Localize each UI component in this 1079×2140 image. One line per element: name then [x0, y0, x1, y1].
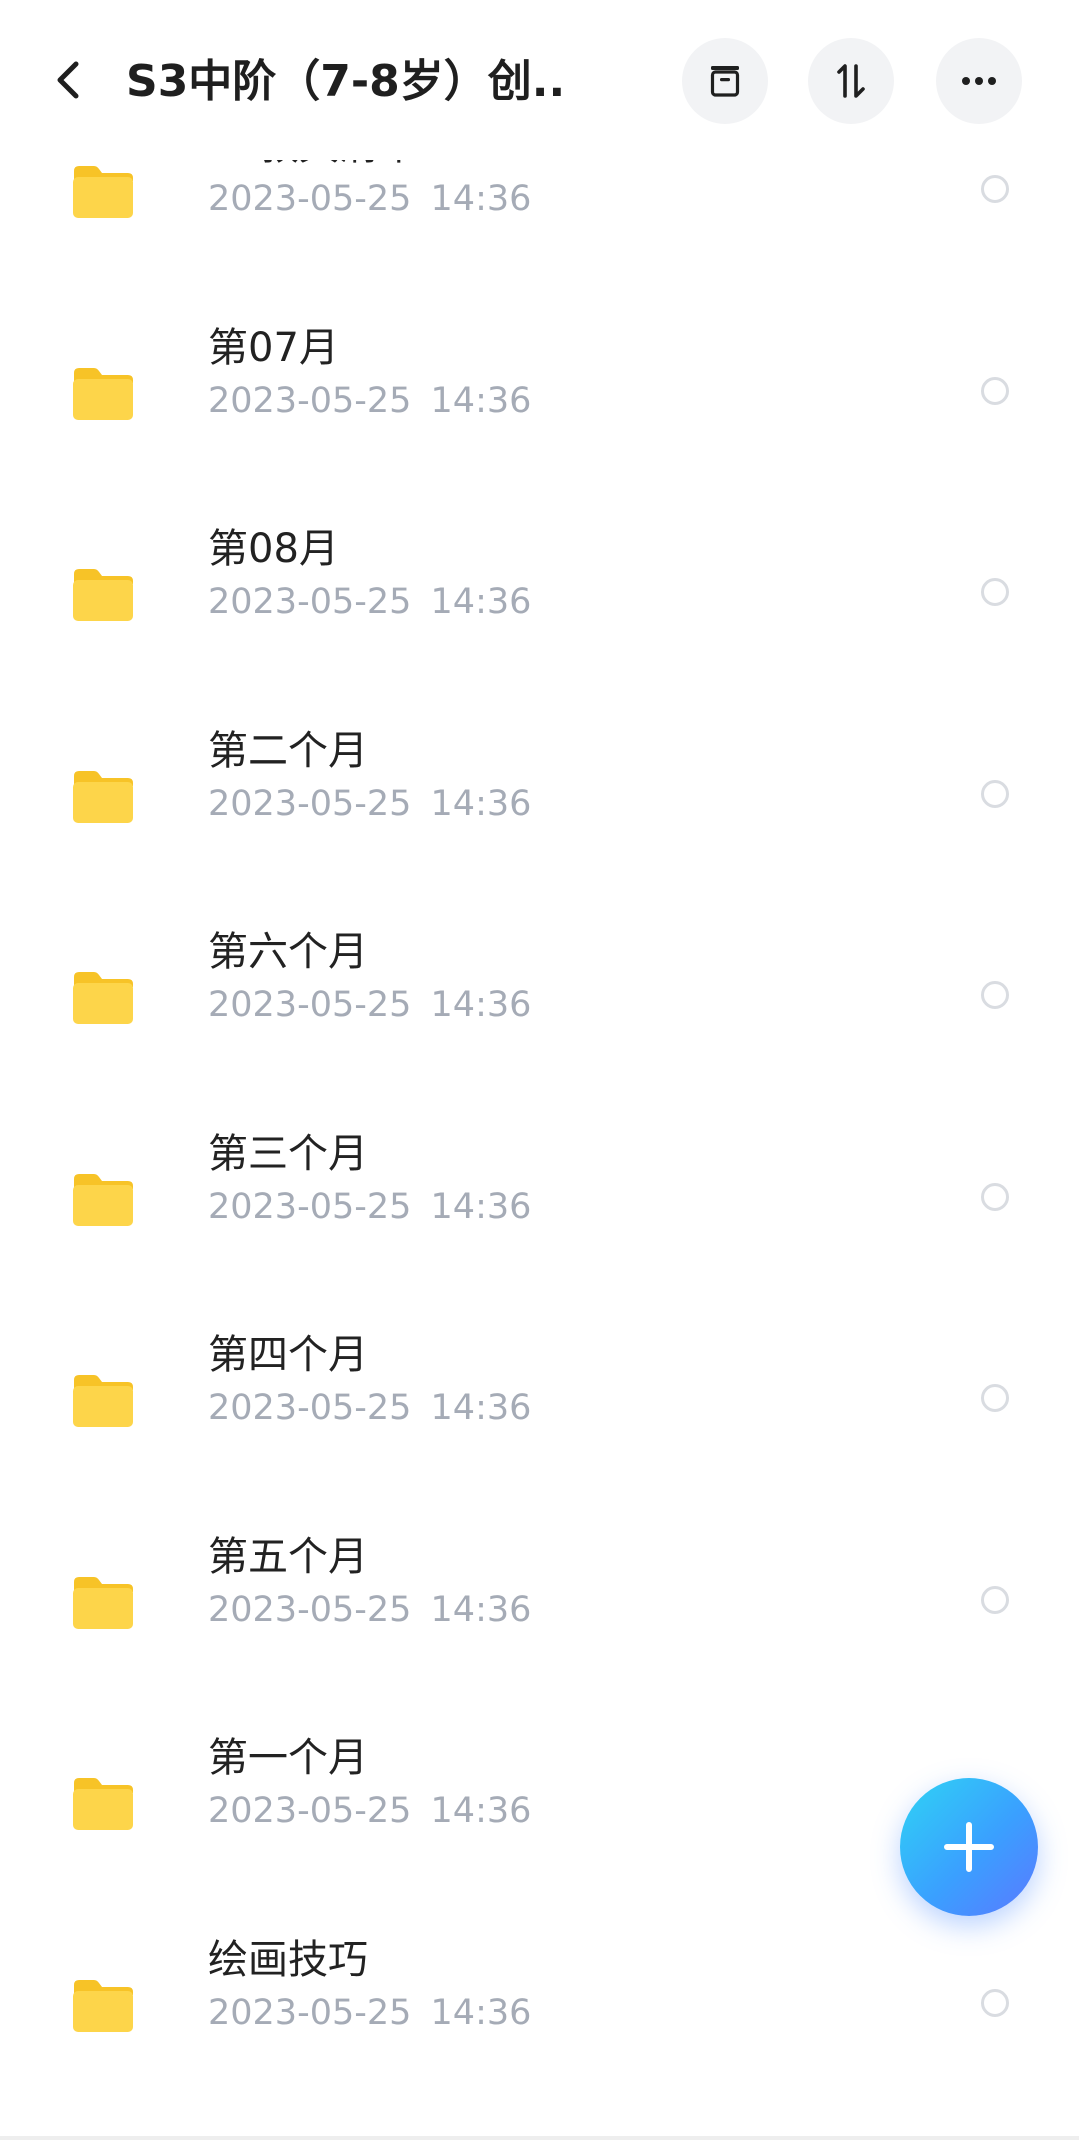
- select-radio[interactable]: [981, 1988, 1009, 2017]
- file-date: 2023-05-25 14:36: [208, 783, 532, 824]
- file-row[interactable]: 第六个月 2023-05-25 14:36: [0, 927, 1079, 1131]
- file-date: 2023-05-25 14:36: [208, 1388, 532, 1428]
- file-name: 第二个月: [208, 727, 368, 774]
- folder-icon: [73, 569, 133, 621]
- file-row[interactable]: 第三个月 2023-05-25 14:36: [0, 1129, 1079, 1333]
- top-bar: S3中阶（7-8岁）创...: [0, 0, 1079, 160]
- file-date: 2023-05-25 14:36: [208, 985, 532, 1025]
- file-name: 第四个月: [208, 1332, 368, 1378]
- select-radio[interactable]: [981, 981, 1009, 1009]
- file-row[interactable]: 第二个月 2023-05-25 14:36: [0, 726, 1079, 930]
- chevron-left-icon: [57, 61, 79, 99]
- box-icon: [710, 66, 740, 97]
- file-name: 第五个月: [208, 1533, 368, 1580]
- file-date: 2023-05-25 14:36: [208, 1791, 532, 1831]
- more-dots-icon: [962, 77, 996, 85]
- page-title: S3中阶（7-8岁）创...: [126, 56, 566, 107]
- file-date: 2023-05-25 14:36: [208, 380, 532, 421]
- select-radio[interactable]: [981, 578, 1009, 606]
- select-radio[interactable]: [981, 1384, 1009, 1412]
- add-button[interactable]: [900, 1778, 1038, 1916]
- back-button[interactable]: [42, 52, 98, 108]
- file-name: 绘画技巧: [208, 1936, 368, 1983]
- select-all-button[interactable]: [682, 38, 768, 124]
- select-radio[interactable]: [981, 175, 1009, 203]
- file-date: 2023-05-25 14:36: [208, 179, 532, 219]
- folder-icon: [73, 1173, 133, 1226]
- more-button[interactable]: [936, 38, 1022, 124]
- sort-button[interactable]: [808, 38, 894, 124]
- file-row[interactable]: 第四个月 2023-05-25 14:36: [0, 1330, 1079, 1534]
- folder-icon: [73, 770, 133, 823]
- file-name: 第08月: [208, 526, 339, 572]
- folder-icon: [73, 367, 133, 420]
- folder-icon: [73, 972, 133, 1024]
- file-row[interactable]: 绘画技巧 2023-05-25 14:36: [0, 1935, 1079, 2139]
- file-date: 2023-05-25 14:36: [208, 1589, 532, 1630]
- file-browser-screen: S3教具清单2023-05-25 14:36第07月2023-05-25 14:…: [0, 0, 1079, 2140]
- folder-icon: [73, 1979, 133, 2032]
- select-radio[interactable]: [981, 779, 1009, 808]
- folder-icon: [73, 1375, 133, 1427]
- file-name: 第三个月: [208, 1130, 368, 1177]
- select-radio[interactable]: [981, 376, 1009, 405]
- folder-icon: [73, 1778, 133, 1830]
- file-date: 2023-05-25 14:36: [208, 1992, 532, 2033]
- file-date: 2023-05-25 14:36: [208, 1186, 532, 1227]
- file-name: 第六个月: [208, 929, 368, 975]
- file-row[interactable]: 第五个月 2023-05-25 14:36: [0, 1532, 1079, 1736]
- plus-icon: [944, 1822, 994, 1872]
- sort-icon: [837, 64, 865, 98]
- file-date: 2023-05-25 14:36: [208, 582, 532, 622]
- file-name: 第一个月: [208, 1735, 368, 1781]
- file-name: 第07月: [208, 324, 339, 371]
- file-row[interactable]: 第08月 2023-05-25 14:36: [0, 524, 1079, 728]
- select-radio[interactable]: [981, 1585, 1009, 1614]
- select-radio[interactable]: [981, 1182, 1009, 1211]
- folder-icon: [73, 166, 133, 218]
- bottom-divider: [0, 2136, 1079, 2140]
- file-row[interactable]: 第07月 2023-05-25 14:36: [0, 323, 1079, 527]
- folder-icon: [73, 1576, 133, 1629]
